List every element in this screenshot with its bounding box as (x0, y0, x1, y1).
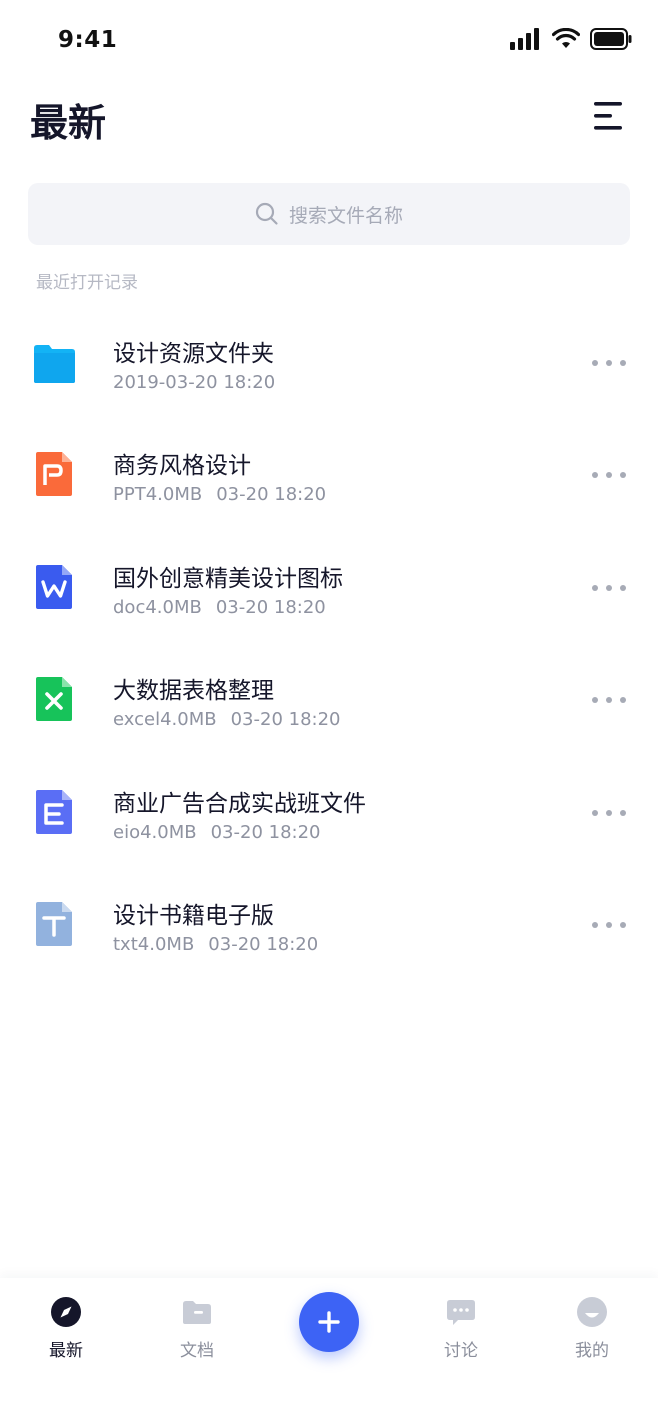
status-bar: 9:41 (0, 0, 658, 80)
add-button[interactable] (299, 1292, 359, 1352)
file-name: 大数据表格整理 (113, 678, 274, 705)
file-type: excel (113, 709, 161, 731)
folder-icon (183, 1301, 211, 1324)
file-type: txt (113, 933, 138, 955)
list-item[interactable]: 商务风格设计 PPT4.0MB 03-20 18:20 (0, 418, 658, 530)
page-title: 最新 (30, 101, 107, 145)
file-name: 国外创意精美设计图标 (113, 565, 343, 592)
file-date: 03-20 18:20 (230, 709, 341, 731)
file-size: 4.0MB (145, 596, 202, 618)
battery-icon (590, 28, 632, 50)
list-item[interactable]: 商业广告合成实战班文件 eio4.0MB 03-20 18:20 (0, 756, 658, 868)
eio-file-icon (36, 789, 72, 834)
file-name: 商业广告合成实战班文件 (113, 790, 366, 817)
file-size: 4.0MB (160, 709, 217, 731)
search-icon (255, 202, 278, 225)
file-date: 03-20 18:20 (216, 484, 327, 506)
plus-icon (318, 1311, 340, 1333)
compass-icon (51, 1297, 81, 1327)
chat-bubble-icon (447, 1300, 475, 1325)
more-options-icon[interactable] (592, 916, 626, 934)
tab-profile[interactable]: 我的 (552, 1296, 632, 1366)
more-options-icon[interactable] (592, 466, 626, 484)
list-item[interactable]: 大数据表格整理 excel4.0MB 03-20 18:20 (0, 643, 658, 755)
bottom-tab-bar: 最新 文档 讨论 我的 (0, 1278, 658, 1425)
tab-latest[interactable]: 最新 (26, 1296, 106, 1366)
file-meta: eio4.0MB 03-20 18:20 (113, 822, 321, 843)
section-label: 最近打开记录 (36, 273, 138, 293)
file-size: 4.0MB (140, 821, 197, 843)
file-date: 03-20 18:20 (208, 933, 319, 955)
smiley-icon (577, 1297, 607, 1327)
file-list: 设计资源文件夹 2019-03-20 18:20 商务风格设计 PPT4.0MB… (0, 306, 658, 980)
list-item[interactable]: 设计资源文件夹 2019-03-20 18:20 (0, 306, 658, 418)
word-file-icon (36, 564, 72, 609)
file-meta: doc4.0MB 03-20 18:20 (113, 597, 326, 618)
file-date: 2019-03-20 18:20 (113, 372, 276, 393)
tab-discussion[interactable]: 讨论 (421, 1296, 501, 1366)
file-type: PPT (113, 484, 146, 506)
file-meta: txt4.0MB 03-20 18:20 (113, 934, 318, 955)
status-time: 9:41 (58, 27, 118, 53)
file-name: 商务风格设计 (113, 453, 251, 480)
menu-button[interactable] (592, 100, 626, 132)
file-date: 03-20 18:20 (210, 821, 321, 843)
file-type: doc (113, 596, 146, 618)
status-icons (510, 28, 632, 50)
menu-icon (594, 102, 622, 130)
more-options-icon[interactable] (592, 804, 626, 822)
file-meta: 2019-03-20 18:20 (113, 372, 275, 393)
file-type: eio (113, 821, 141, 843)
ppt-file-icon (36, 452, 72, 497)
list-item[interactable]: 设计书籍电子版 txt4.0MB 03-20 18:20 (0, 868, 658, 980)
file-name: 设计书籍电子版 (113, 902, 274, 929)
search-input[interactable]: 搜索文件名称 (28, 183, 630, 245)
tab-label: 文档 (180, 1341, 214, 1361)
list-item[interactable]: 国外创意精美设计图标 doc4.0MB 03-20 18:20 (0, 531, 658, 643)
more-options-icon[interactable] (592, 579, 626, 597)
file-name: 设计资源文件夹 (113, 341, 274, 367)
folder-icon (34, 345, 75, 383)
file-size: 4.0MB (145, 484, 203, 506)
tab-documents[interactable]: 文档 (157, 1296, 237, 1366)
tab-label: 讨论 (444, 1341, 478, 1361)
excel-file-icon (36, 677, 72, 722)
file-meta: excel4.0MB 03-20 18:20 (113, 709, 341, 730)
wifi-icon (552, 28, 580, 48)
more-options-icon[interactable] (592, 354, 626, 372)
txt-file-icon (36, 901, 72, 946)
tab-label: 最新 (49, 1341, 83, 1361)
file-date: 03-20 18:20 (215, 596, 326, 618)
more-options-icon[interactable] (592, 691, 626, 709)
file-meta: PPT4.0MB 03-20 18:20 (113, 484, 326, 505)
signal-icon (510, 28, 539, 50)
tab-label: 我的 (575, 1341, 609, 1361)
search-placeholder: 搜索文件名称 (288, 204, 403, 227)
file-size: 4.0MB (137, 933, 195, 955)
